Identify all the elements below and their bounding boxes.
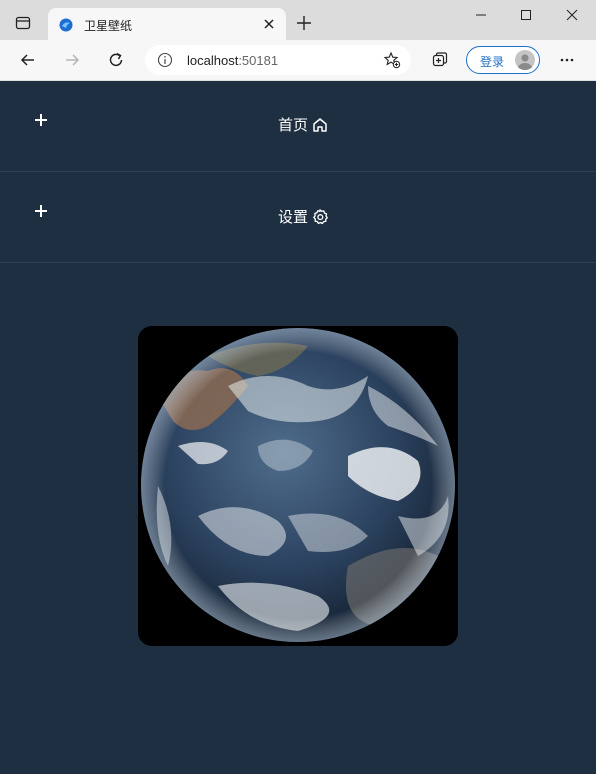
- nav-home-label-group: 首页: [278, 114, 329, 135]
- tab-title: 卫星壁纸: [84, 19, 133, 33]
- forward-button[interactable]: [58, 46, 86, 74]
- tab-actions-icon: [15, 16, 31, 30]
- close-icon: [264, 19, 274, 29]
- login-button[interactable]: 登录: [466, 46, 540, 74]
- avatar-icon: [515, 50, 535, 70]
- favicon-icon: [58, 17, 74, 33]
- window-close-button[interactable]: [549, 0, 595, 30]
- refresh-button[interactable]: [102, 46, 130, 74]
- more-menu-button[interactable]: [553, 46, 581, 74]
- site-info-icon[interactable]: [157, 52, 173, 68]
- login-label: 登录: [480, 55, 505, 69]
- expand-plus-icon[interactable]: [33, 112, 49, 128]
- maximize-icon: [521, 10, 531, 20]
- satellite-earth-image: [138, 326, 458, 646]
- close-icon: [566, 9, 578, 21]
- browser-tab[interactable]: 卫星壁纸: [48, 8, 286, 40]
- tab-close-button[interactable]: [260, 15, 278, 33]
- expand-plus-icon[interactable]: [33, 203, 49, 219]
- nav-home-label: 首页: [278, 117, 309, 134]
- nav-settings-label: 设置: [278, 209, 309, 226]
- earth-globe: [138, 326, 458, 646]
- more-icon: [560, 58, 574, 62]
- plus-icon: [297, 16, 311, 30]
- maximize-button[interactable]: [503, 0, 549, 30]
- favorite-add-button[interactable]: [383, 51, 401, 69]
- browser-titlebar: 卫星壁纸: [0, 0, 596, 40]
- page-content: 首页 设置: [0, 81, 596, 774]
- address-port: :50181: [238, 53, 279, 68]
- back-button[interactable]: [14, 46, 42, 74]
- nav-settings-label-group: 设置: [278, 206, 329, 227]
- address-host: localhost: [187, 53, 239, 68]
- arrow-left-icon: [20, 54, 34, 66]
- gear-icon: [313, 208, 328, 224]
- minimize-icon: [476, 14, 486, 16]
- tab-actions-button[interactable]: [14, 14, 32, 32]
- address-text: localhost:50181: [187, 53, 278, 68]
- new-tab-button[interactable]: [294, 13, 314, 33]
- arrow-right-icon: [66, 54, 80, 66]
- minimize-button[interactable]: [458, 0, 504, 30]
- nav-item-settings[interactable]: 设置: [0, 172, 596, 263]
- address-bar[interactable]: localhost:50181: [145, 45, 411, 75]
- home-icon: [313, 117, 327, 132]
- nav-item-home[interactable]: 首页: [0, 81, 596, 172]
- star-add-icon: [383, 51, 401, 69]
- collections-icon: [432, 52, 448, 67]
- refresh-icon: [109, 52, 123, 67]
- collections-button[interactable]: [426, 46, 454, 74]
- browser-toolbar: localhost:50181 登录: [0, 40, 596, 81]
